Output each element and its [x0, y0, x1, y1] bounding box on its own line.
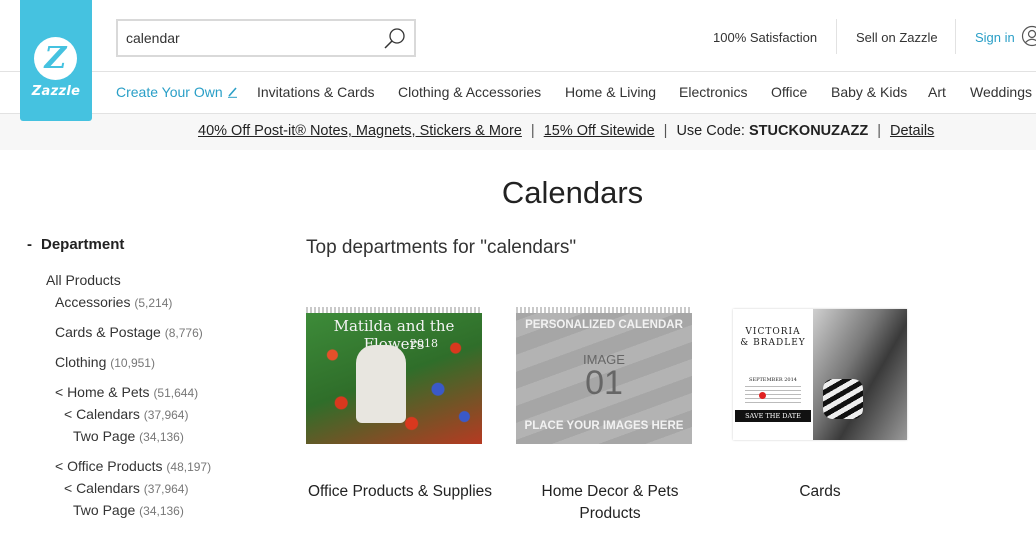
heart-icon [759, 392, 766, 399]
nav-weddings[interactable]: Weddings [970, 84, 1032, 100]
facet-accessories[interactable]: Accessories (5,214) [55, 294, 172, 310]
main-nav: Create Your Own Invitations & Cards Clot… [0, 72, 1036, 114]
logo-text: Zazzle [31, 84, 81, 99]
department-label: Office Products & Supplies [307, 483, 493, 500]
search-box [116, 19, 416, 57]
facet-home-pets-two-page[interactable]: Two Page (34,136) [73, 428, 184, 444]
facet-all-products[interactable]: All Products [46, 272, 121, 288]
divider [955, 19, 956, 54]
nav-clothing-accessories[interactable]: Clothing & Accessories [398, 84, 541, 100]
promo-separator: | [530, 123, 535, 139]
divider [836, 19, 837, 54]
calendar-spiral [306, 307, 482, 313]
nav-electronics[interactable]: Electronics [679, 84, 747, 100]
promo-details-link[interactable]: Details [890, 123, 934, 139]
user-icon[interactable] [1021, 25, 1036, 47]
facet-clothing[interactable]: Clothing (10,951) [55, 354, 155, 370]
search-icon [384, 28, 405, 49]
logo-z-icon: Z [34, 37, 77, 80]
nav-baby-kids[interactable]: Baby & Kids [831, 84, 907, 100]
promo-code: STUCKONUZAZZ [748, 123, 869, 139]
promo-offer-sitewide[interactable]: 15% Off Sitewide [544, 123, 655, 139]
facet-home-pets-calendars[interactable]: < Calendars (37,964) [64, 406, 188, 422]
facet-home-pets[interactable]: < Home & Pets (51,644) [55, 384, 198, 400]
calendar-spiral [516, 307, 692, 313]
facet-office-calendars[interactable]: < Calendars (37,964) [64, 480, 188, 496]
search-input[interactable] [126, 21, 376, 55]
facet-office-two-page[interactable]: Two Page (34,136) [73, 502, 184, 518]
nav-art[interactable]: Art [928, 84, 946, 100]
nav-invitations-cards[interactable]: Invitations & Cards [257, 84, 375, 100]
nav-create-your-own[interactable]: Create Your Own [116, 84, 238, 100]
facet-cards-postage[interactable]: Cards & Postage (8,776) [55, 324, 203, 340]
department-facet-toggle[interactable]: - Department [27, 236, 124, 253]
pencil-icon [227, 87, 237, 98]
satisfaction-link[interactable]: 100% Satisfaction [713, 19, 817, 55]
sell-link[interactable]: Sell on Zazzle [856, 19, 938, 55]
calendar-image-personalized: PERSONALIZED CALENDAR IMAGE 01 PLACE YOU… [516, 307, 692, 444]
department-label: Home Decor & Pets Products [541, 483, 679, 522]
sign-in-link[interactable]: Sign in [975, 19, 1015, 55]
zazzle-logo[interactable]: Z Zazzle [20, 0, 92, 121]
facet-office-products[interactable]: < Office Products (48,197) [55, 458, 211, 474]
promo-banner: 40% Off Post-it® Notes, Magnets, Sticker… [0, 114, 1036, 150]
department-label: Cards [799, 483, 841, 500]
promo-separator: | [663, 123, 668, 139]
header: Z Zazzle 100% Satisfaction Sell on Zazzl… [0, 0, 1036, 121]
save-the-date-card-image: VICTORIA & BRADLEY SEPTEMBER 2014 SAVE T… [733, 309, 907, 440]
promo-separator: | [877, 123, 881, 139]
page-title: Calendars [501, 175, 644, 210]
couple-photo [813, 309, 907, 440]
calendar-image-matilda: Matilda and the Flowers 2018 [306, 307, 482, 444]
top-departments-heading: Top departments for "calendars" [306, 237, 577, 258]
collapse-icon: - [27, 236, 32, 253]
promo-offer-postit[interactable]: 40% Off Post-it® Notes, Magnets, Sticker… [198, 123, 522, 139]
nav-office[interactable]: Office [771, 84, 807, 100]
search-button[interactable] [382, 26, 408, 52]
dog-figure [356, 345, 406, 423]
promo-code-label: Use Code: [676, 123, 745, 139]
department-heading: Department [41, 236, 125, 253]
nav-home-living[interactable]: Home & Living [565, 84, 656, 100]
